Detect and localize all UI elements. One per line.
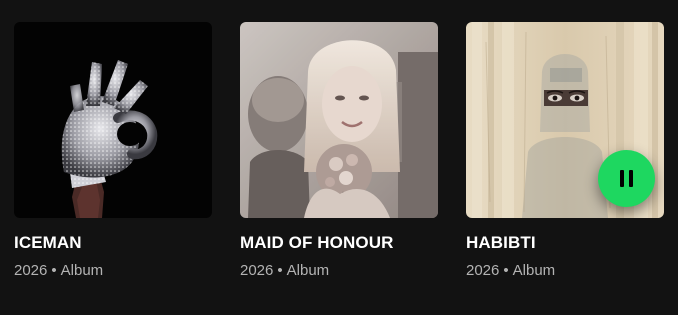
- album-title[interactable]: ICEMAN: [14, 233, 212, 253]
- pause-button[interactable]: [598, 150, 655, 207]
- meta-separator: •: [503, 262, 509, 279]
- album-year: 2026: [240, 262, 274, 279]
- album-card-maid-of-honour[interactable]: MAID OF HONOUR 2026 • Album: [240, 22, 438, 280]
- album-meta: 2026 • Album: [466, 262, 664, 280]
- meta-separator: •: [51, 262, 57, 279]
- album-title[interactable]: HABIBTI: [466, 233, 664, 253]
- album-year: 2026: [466, 262, 500, 279]
- album-cover[interactable]: [466, 22, 664, 218]
- album-cover-art-iceman: [14, 22, 212, 218]
- album-cover-art-maid-of-honour: [240, 22, 438, 218]
- meta-separator: •: [277, 262, 283, 279]
- album-cover[interactable]: [240, 22, 438, 218]
- album-title[interactable]: MAID OF HONOUR: [240, 233, 438, 253]
- album-type: Album: [60, 262, 104, 279]
- pause-icon: [620, 170, 633, 187]
- album-type: Album: [512, 262, 556, 279]
- album-cover[interactable]: [14, 22, 212, 218]
- album-year: 2026: [14, 262, 48, 279]
- album-type: Album: [286, 262, 330, 279]
- album-card-habibti[interactable]: HABIBTI 2026 • Album: [466, 22, 664, 280]
- album-meta: 2026 • Album: [14, 262, 212, 280]
- album-card-iceman[interactable]: ICEMAN 2026 • Album: [14, 22, 212, 280]
- album-meta: 2026 • Album: [240, 262, 438, 280]
